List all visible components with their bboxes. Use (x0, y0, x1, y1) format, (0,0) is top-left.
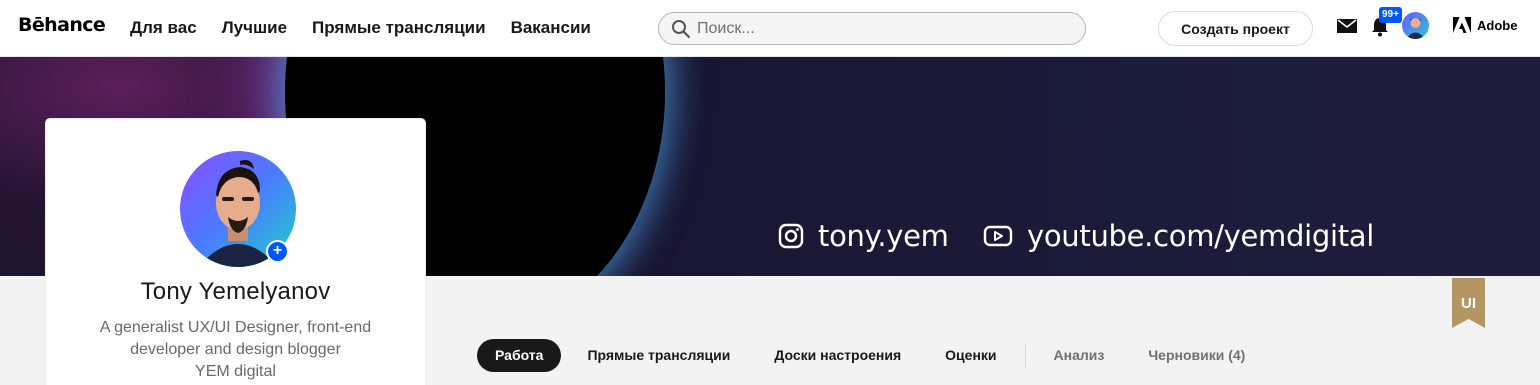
tab-drafts[interactable]: Черновики (4) (1130, 339, 1263, 372)
top-navigation-bar: Bēhance Для вас Лучшие Прямые трансляции… (0, 0, 1540, 57)
ribbon-label: UI (1461, 295, 1476, 312)
nav-item-jobs[interactable]: Вакансии (511, 18, 591, 38)
tab-moodboards[interactable]: Доски настроения (756, 339, 919, 372)
tab-livestreams[interactable]: Прямые трансляции (569, 339, 748, 372)
banner-youtube: youtube.com/yemdigital (983, 219, 1374, 253)
profile-name: Tony Yemelyanov (140, 278, 331, 305)
profile-card: + Tony Yemelyanov A generalist UX/UI Des… (46, 119, 425, 385)
instagram-handle: tony.yem (818, 219, 949, 253)
main-nav: Для вас Лучшие Прямые трансляции Ваканси… (130, 18, 591, 38)
tab-analytics[interactable]: Анализ (1036, 339, 1123, 372)
user-avatar[interactable] (1402, 12, 1429, 39)
behance-logo[interactable]: Bēhance (18, 14, 106, 36)
youtube-url: youtube.com/yemdigital (1027, 219, 1374, 253)
adobe-logo-icon (1453, 17, 1471, 33)
profile-bio: A generalist UX/UI Designer, front-end d… (76, 317, 395, 383)
adobe-label: Adobe (1477, 17, 1518, 33)
bio-line: YEM digital (195, 363, 276, 380)
profile-tabs: Работа Прямые трансляции Доски настроени… (477, 339, 1263, 372)
create-project-button[interactable]: Создать проект (1158, 11, 1313, 46)
youtube-icon (983, 225, 1013, 247)
instagram-icon (778, 223, 804, 249)
mail-icon[interactable] (1337, 18, 1357, 34)
notification-badge: 99+ (1379, 7, 1402, 23)
tab-work[interactable]: Работа (477, 339, 562, 372)
follow-plus-button[interactable]: + (266, 240, 289, 263)
search-input[interactable] (697, 13, 1077, 44)
tab-appreciations[interactable]: Оценки (927, 339, 1014, 372)
nav-item-best[interactable]: Лучшие (222, 18, 287, 38)
bio-line: developer and design blogger (130, 341, 341, 358)
ui-ribbon-badge: UI (1452, 278, 1485, 328)
tab-divider (1024, 344, 1026, 367)
adobe-link[interactable]: Adobe (1453, 17, 1517, 33)
banner-instagram: tony.yem (778, 219, 949, 253)
search-bar[interactable] (658, 12, 1086, 45)
nav-item-for-you[interactable]: Для вас (130, 18, 197, 38)
bio-line: A generalist UX/UI Designer, front-end (99, 319, 372, 336)
search-icon (672, 20, 691, 39)
avatar-face-icon (1406, 17, 1425, 39)
nav-item-livestreams[interactable]: Прямые трансляции (312, 18, 486, 38)
